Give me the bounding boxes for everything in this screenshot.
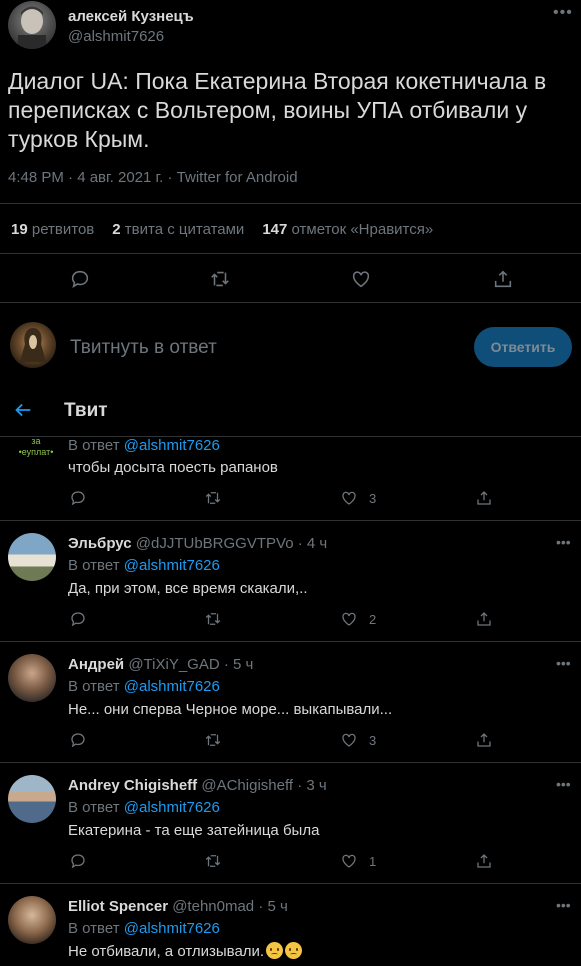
more-options-icon[interactable]: ••• bbox=[556, 776, 571, 792]
reply-author-handle[interactable]: @AChigisheff bbox=[201, 777, 293, 794]
reply-author-handle[interactable]: @TiXiY_GAD bbox=[128, 656, 219, 673]
reply-author-name[interactable]: Эльбрус bbox=[68, 535, 132, 552]
mention-link[interactable]: @alshmit7626 bbox=[124, 799, 220, 816]
avatar[interactable] bbox=[8, 533, 56, 581]
reply-item[interactable]: Andrey Chigisheff @AChigisheff · 3 ч •••… bbox=[0, 763, 581, 883]
reply-author-handle[interactable]: @tehn0mad bbox=[172, 898, 254, 915]
share-icon[interactable] bbox=[475, 489, 493, 507]
reply-prefix: В ответ bbox=[68, 799, 120, 816]
reply-prefix: В ответ bbox=[68, 557, 120, 574]
reply-author-name[interactable]: Elliot Spencer bbox=[68, 898, 168, 915]
reply-prefix: В ответ bbox=[68, 678, 120, 695]
reply-item[interactable]: Андрей @TiXiY_GAD · 5 ч ••• В ответ @als… bbox=[0, 642, 581, 762]
reply-time[interactable]: · 5 ч bbox=[258, 898, 288, 915]
tweet-timestamp[interactable]: 4:48 PM · 4 авг. 2021 г. · Twitter for A… bbox=[8, 169, 298, 186]
divider bbox=[0, 203, 581, 204]
retweet-icon[interactable] bbox=[204, 610, 222, 628]
reply-input[interactable]: Твитнуть в ответ bbox=[70, 337, 217, 359]
like-icon[interactable] bbox=[340, 610, 358, 628]
reply-text: Не отбивали, а отлизывали. bbox=[68, 943, 265, 960]
page-title: Твит bbox=[64, 400, 108, 421]
confused-face-icon bbox=[285, 942, 303, 959]
quotes-label: твита с цитатами bbox=[124, 221, 245, 238]
reply-author-name[interactable]: Andrey Chigisheff bbox=[68, 777, 197, 794]
share-icon[interactable] bbox=[475, 610, 493, 628]
retweet-icon[interactable] bbox=[204, 731, 222, 749]
like-count: 2 bbox=[369, 612, 377, 627]
confused-face-icon bbox=[266, 942, 284, 959]
reply-button[interactable]: Ответить bbox=[474, 327, 572, 367]
like-count: 1 bbox=[369, 854, 377, 869]
reply-time[interactable]: · 5 ч bbox=[224, 656, 254, 673]
quotes-count: 2 bbox=[112, 221, 121, 238]
retweets-count: 19 bbox=[11, 221, 28, 238]
more-options-icon[interactable]: ••• bbox=[556, 655, 571, 671]
reply-prefix: В ответ bbox=[68, 437, 120, 454]
reply-text: чтобы досыта поесть рапанов bbox=[68, 459, 278, 476]
reply-item[interactable]: за •еуплат• В ответ @alshmit7626 чтобы д… bbox=[0, 436, 581, 520]
reply-time[interactable]: · 3 ч bbox=[297, 777, 327, 794]
reply-time[interactable]: · 4 ч bbox=[298, 535, 328, 552]
mention-link[interactable]: @alshmit7626 bbox=[124, 920, 220, 937]
retweet-icon[interactable] bbox=[204, 489, 222, 507]
more-options-icon[interactable]: ••• bbox=[553, 4, 573, 22]
more-options-icon[interactable]: ••• bbox=[556, 897, 571, 913]
divider bbox=[0, 302, 581, 303]
tweet-text: Диалог UA: Пока Екатерина Вторая кокетни… bbox=[8, 68, 547, 152]
retweet-icon[interactable] bbox=[204, 852, 222, 870]
retweets-stat[interactable]: 19 ретвитов bbox=[11, 221, 94, 238]
divider bbox=[0, 253, 581, 254]
reply-icon[interactable] bbox=[69, 268, 91, 290]
reply-text: Да, при этом, все время скакали,.. bbox=[68, 580, 308, 597]
reply-icon[interactable] bbox=[69, 489, 87, 507]
likes-label: отметок «Нравится» bbox=[291, 221, 434, 238]
reply-text: Не... они сперва Черное море... выкапыва… bbox=[68, 701, 393, 718]
avatar[interactable] bbox=[8, 654, 56, 702]
like-icon[interactable] bbox=[340, 489, 358, 507]
more-options-icon[interactable]: ••• bbox=[556, 534, 571, 550]
author-handle[interactable]: @alshmit7626 bbox=[68, 28, 164, 45]
author-avatar[interactable] bbox=[8, 1, 56, 49]
likes-count: 147 bbox=[262, 221, 288, 238]
author-name[interactable]: алексей Кузнецъ bbox=[68, 8, 194, 25]
reply-icon[interactable] bbox=[69, 731, 87, 749]
like-icon[interactable] bbox=[340, 731, 358, 749]
reply-prefix: В ответ bbox=[68, 920, 120, 937]
reply-icon[interactable] bbox=[69, 852, 87, 870]
reply-icon[interactable] bbox=[69, 610, 87, 628]
like-icon[interactable] bbox=[340, 852, 358, 870]
mention-link[interactable]: @alshmit7626 bbox=[124, 678, 220, 695]
like-count: 3 bbox=[369, 491, 377, 506]
share-icon[interactable] bbox=[475, 731, 493, 749]
reply-text: Екатерина - та еще затейница была bbox=[68, 822, 320, 839]
tweet-stats: 19 ретвитов 2 твита с цитатами 147 отмет… bbox=[11, 221, 433, 238]
retweet-icon[interactable] bbox=[209, 268, 231, 290]
reply-item[interactable]: Эльбрус @dJJTUbBRGGVTPVo · 4 ч ••• В отв… bbox=[0, 521, 581, 641]
reply-item[interactable]: Elliot Spencer @tehn0mad · 5 ч ••• В отв… bbox=[0, 884, 581, 966]
mention-link[interactable]: @alshmit7626 bbox=[124, 437, 220, 454]
quotes-stat[interactable]: 2 твита с цитатами bbox=[112, 221, 244, 238]
share-icon[interactable] bbox=[492, 268, 514, 290]
mention-link[interactable]: @alshmit7626 bbox=[124, 557, 220, 574]
retweets-label: ретвитов bbox=[31, 221, 95, 238]
share-icon[interactable] bbox=[475, 852, 493, 870]
avatar[interactable] bbox=[8, 775, 56, 823]
current-user-avatar[interactable] bbox=[10, 322, 56, 368]
reply-author-name[interactable]: Андрей bbox=[68, 656, 124, 673]
like-icon[interactable] bbox=[350, 268, 372, 290]
likes-stat[interactable]: 147 отметок «Нравится» bbox=[262, 221, 433, 238]
like-count: 3 bbox=[369, 733, 377, 748]
back-arrow-icon[interactable] bbox=[12, 399, 34, 421]
avatar: за •еуплат• bbox=[18, 436, 54, 457]
reply-author-handle[interactable]: @dJJTUbBRGGVTPVo bbox=[136, 535, 294, 552]
avatar[interactable] bbox=[8, 896, 56, 944]
